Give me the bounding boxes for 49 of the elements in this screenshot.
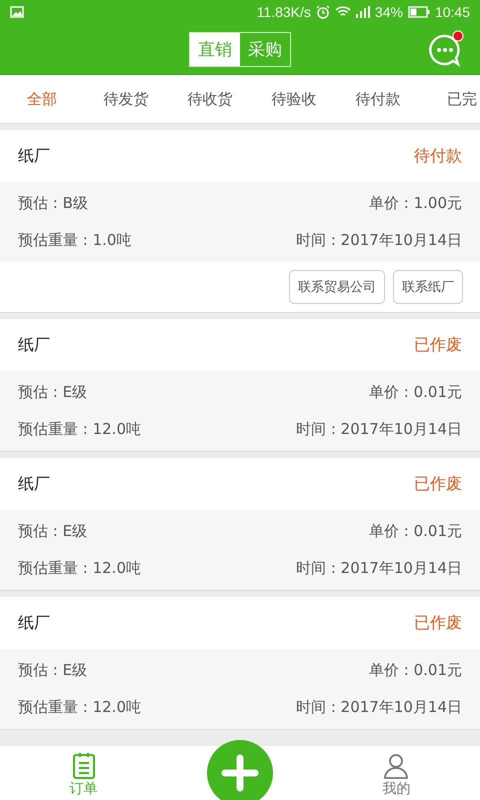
order-price: 单价 : 0.01元: [369, 383, 462, 402]
signal-icon: [356, 6, 370, 18]
order-date: 时间 : 2017年10月14日: [296, 559, 462, 578]
order-company: 纸厂: [18, 334, 50, 356]
contact-button[interactable]: 联系纸厂: [393, 270, 463, 304]
battery-percent: 34%: [374, 4, 403, 20]
order-date: 时间 : 2017年10月14日: [296, 698, 462, 717]
order-weight: 预估重量 : 12.0吨: [18, 420, 141, 439]
message-icon[interactable]: [426, 30, 464, 68]
order-card[interactable]: 纸厂 待付款 预估 : B级 单价 : 1.00元 预估重量 : 1.0吨 时间 : 2017年10月14日 联系贸易公司 联系纸厂: [0, 130, 480, 313]
order-card[interactable]: 纸厂 已作废 预估 : E级 单价 : 0.01元 预估重量 : 12.0吨 时间 : 2017年10月14日: [0, 458, 480, 591]
order-weight: 预估重量 : 12.0吨: [18, 698, 141, 717]
wifi-icon: [334, 6, 351, 18]
order-weight: 预估重量 : 1.0吨: [18, 231, 132, 250]
order-card[interactable]: 纸厂 已作废 预估 : E级 单价 : 0.01元 预估重量 : 12.0吨 时间 : 2017年10月14日: [0, 597, 480, 730]
filter-tab[interactable]: 待收货: [168, 90, 252, 108]
order-status: 已作废: [414, 474, 462, 494]
order-company: 纸厂: [18, 474, 50, 494]
order-company: 纸厂: [18, 146, 50, 166]
order-status: 已作废: [414, 612, 462, 634]
order-price: 单价 : 0.01元: [369, 661, 462, 680]
nav-tab[interactable]: 我的: [352, 750, 440, 800]
order-price: 单价 : 1.00元: [369, 194, 462, 213]
alarm-icon: [316, 5, 330, 19]
order-date: 时间 : 2017年10月14日: [296, 231, 462, 250]
order-card[interactable]: 纸厂 已作废 预估 : E级 单价 : 0.01元 预估重量 : 12.0吨 时间 : 2017年10月14日: [0, 319, 480, 452]
filter-tab[interactable]: 待发货: [84, 90, 168, 108]
clock: 10:45: [434, 4, 470, 20]
order-grade: 预估 : E级: [18, 522, 88, 541]
order-weight: 预估重量 : 12.0吨: [18, 559, 141, 578]
order-grade: 预估 : E级: [18, 661, 88, 680]
order-date: 时间 : 2017年10月14日: [296, 420, 462, 439]
filter-tab[interactable]: 全部: [0, 90, 84, 108]
image-icon: [10, 6, 24, 18]
filter-tab[interactable]: 待验收: [252, 90, 336, 108]
order-company: 纸厂: [18, 612, 50, 634]
filter-tab[interactable]: 已完: [420, 90, 480, 108]
battery-icon: [408, 6, 430, 18]
order-status: 待付款: [414, 146, 462, 166]
contact-button[interactable]: 联系贸易公司: [289, 270, 385, 304]
network-speed: 11.83K/s: [256, 4, 311, 20]
order-price: 单价 : 0.01元: [369, 522, 462, 541]
filter-tab[interactable]: 待付款: [336, 90, 420, 108]
person-icon: [383, 752, 410, 780]
clipboard-icon: [70, 752, 97, 780]
order-grade: 预估 : B级: [18, 194, 88, 213]
order-status: 已作废: [414, 334, 462, 356]
order-grade: 预估 : E级: [18, 383, 88, 402]
plus-icon: [220, 753, 260, 793]
